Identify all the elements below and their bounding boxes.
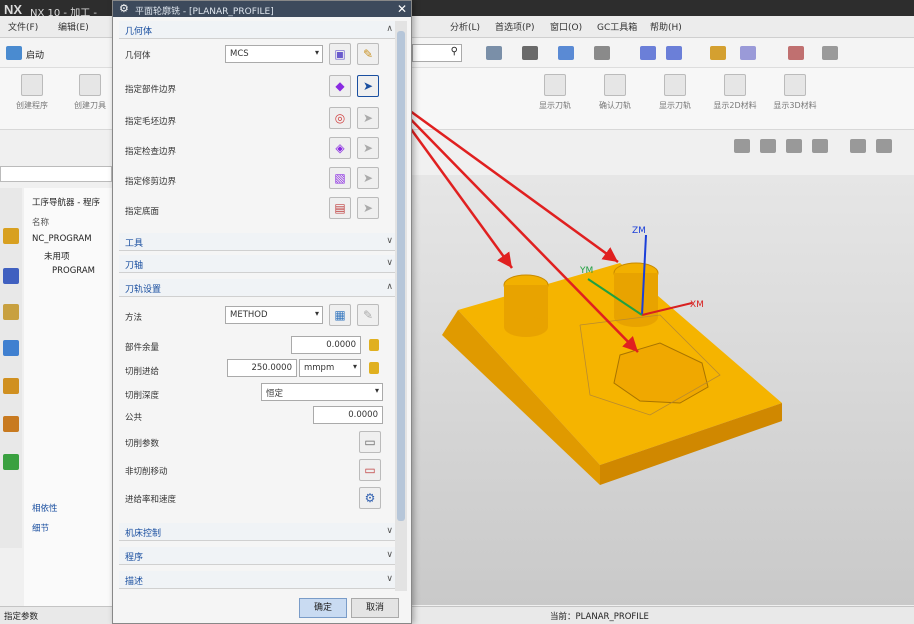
program-icon[interactable] xyxy=(3,304,19,320)
chevron-down-icon: ∨ xyxy=(386,258,393,268)
feeds-speeds-icon[interactable]: ⚙ xyxy=(359,487,381,509)
details-panel[interactable]: 细节 xyxy=(32,522,49,534)
dropdown-arrow-icon: ▾ xyxy=(314,48,319,57)
machine-icon[interactable] xyxy=(3,268,19,284)
dropdown-arrow-icon: ▾ xyxy=(352,362,357,371)
flashlight-disabled-icon: ➤ xyxy=(357,167,379,189)
geometry-label: 几何体 xyxy=(125,51,151,61)
floor-icon[interactable]: ▤ xyxy=(329,197,351,219)
planar-profile-dialog: ⚙ 平面轮廓铣 - [PLANAR_PROFILE] ✕ 几何体 ∧ 几何体 MC… xyxy=(112,0,412,624)
section-toolpath-settings[interactable]: 刀轨设置 ∧ xyxy=(119,279,399,297)
ok-button[interactable]: 确定 xyxy=(299,598,347,618)
chevron-up-icon: ∧ xyxy=(386,24,393,34)
name-column-header[interactable]: 名称 xyxy=(32,216,49,228)
section-tool-axis[interactable]: 刀轴 ∨ xyxy=(119,255,399,273)
section-description[interactable]: 描述 ∨ xyxy=(119,571,399,589)
tree-unused[interactable]: 未用项 xyxy=(44,250,70,262)
new-method-icon[interactable]: ▦ xyxy=(329,304,351,326)
dropdown-arrow-icon: ▾ xyxy=(374,386,379,395)
navigator-icon[interactable] xyxy=(3,228,19,244)
noncut-moves-icon[interactable]: ▭ xyxy=(359,459,381,481)
blank-boundary-icon[interactable]: ◎ xyxy=(329,107,351,129)
chevron-up-icon: ∧ xyxy=(386,282,393,292)
chevron-down-icon: ∨ xyxy=(386,574,393,584)
noncut-moves-label: 非切削移动 xyxy=(125,467,168,477)
arrow-to-pad xyxy=(383,91,639,353)
section-geometry[interactable]: 几何体 ∧ xyxy=(119,21,399,39)
depth-label: 切削深度 xyxy=(125,391,160,401)
gear-icon[interactable]: ⚙ xyxy=(119,2,129,15)
close-icon[interactable]: ✕ xyxy=(397,2,407,16)
cancel-button[interactable]: 取消 xyxy=(351,598,399,618)
cut-params-icon[interactable]: ▭ xyxy=(359,431,381,453)
feed-unit-select[interactable]: mmpm ▾ xyxy=(299,359,361,377)
feed-label: 切削进给 xyxy=(125,367,160,377)
section-tool[interactable]: 工具 ∨ xyxy=(119,233,399,251)
method-select[interactable]: METHOD ▾ xyxy=(225,306,323,324)
method-label: 方法 xyxy=(125,313,143,323)
tool-icon[interactable] xyxy=(3,378,19,394)
edit-method-icon: ✎ xyxy=(357,304,379,326)
dialog-title: ⚙ 平面轮廓铣 - [PLANAR_PROFILE] ✕ xyxy=(113,1,411,17)
lock-icon[interactable] xyxy=(369,339,379,351)
new-geometry-icon[interactable]: ▣ xyxy=(329,43,351,65)
tree-program[interactable]: PROGRAM xyxy=(52,266,95,276)
arrow-to-right-boss xyxy=(383,90,619,264)
dropdown-arrow-icon: ▾ xyxy=(314,309,319,318)
cut-params-label: 切削参数 xyxy=(125,439,160,449)
chevron-down-icon: ∨ xyxy=(386,236,393,246)
tree-nc-program[interactable]: NC_PROGRAM xyxy=(32,234,92,244)
boundary-label-2: 指定检查边界 xyxy=(125,147,177,157)
geometry-select[interactable]: MCS ▾ xyxy=(225,45,323,63)
part-stock-label: 部件余量 xyxy=(125,343,160,353)
status-current: 当前：PLANAR_PROFILE xyxy=(550,612,649,622)
history-icon[interactable] xyxy=(3,454,19,470)
dependencies-panel[interactable]: 相依性 xyxy=(32,502,58,514)
operation-navigator: 工序导航器 - 程序 名称 NC_PROGRAM 未用项 PROGRAM 相依性… xyxy=(24,188,114,618)
lock-icon[interactable] xyxy=(369,362,379,374)
feeds-speeds-label: 进给率和速度 xyxy=(125,495,177,505)
feed-input[interactable]: 250.0000 xyxy=(227,359,297,377)
flashlight-icon[interactable]: ➤ xyxy=(357,75,379,97)
navigator-title: 工序导航器 - 程序 xyxy=(32,198,100,208)
check-boundary-icon[interactable]: ◈ xyxy=(329,137,351,159)
chevron-down-icon: ∨ xyxy=(386,550,393,560)
resource-bar xyxy=(0,188,22,548)
edit-geometry-icon[interactable]: ✎ xyxy=(357,43,379,65)
part-boundary-icon[interactable]: ◆ xyxy=(329,75,351,97)
boundary-label-0: 指定部件边界 xyxy=(125,85,177,95)
tolerance-label: 公共 xyxy=(125,413,143,423)
status-prompt: 指定参数 xyxy=(4,612,39,622)
dialog-scrollbar[interactable] xyxy=(395,21,407,591)
tolerance-input[interactable]: 0.0000 xyxy=(313,406,383,424)
flashlight-disabled-icon: ➤ xyxy=(357,107,379,129)
geometry-icon[interactable] xyxy=(3,340,19,356)
trim-boundary-icon[interactable]: ▧ xyxy=(329,167,351,189)
boundary-label-4: 指定底面 xyxy=(125,207,160,217)
scrollbar-thumb[interactable] xyxy=(397,31,405,521)
chevron-down-icon: ∨ xyxy=(386,526,393,536)
method-icon[interactable] xyxy=(3,416,19,432)
flashlight-disabled-icon: ➤ xyxy=(357,197,379,219)
boundary-label-3: 指定修剪边界 xyxy=(125,177,177,187)
part-stock-input[interactable]: 0.0000 xyxy=(291,336,361,354)
section-machine-control[interactable]: 机床控制 ∨ xyxy=(119,523,399,541)
depth-select[interactable]: 恒定 ▾ xyxy=(261,383,383,401)
boundary-label-1: 指定毛坯边界 xyxy=(125,117,177,127)
flashlight-disabled-icon: ➤ xyxy=(357,137,379,159)
section-program[interactable]: 程序 ∨ xyxy=(119,547,399,565)
